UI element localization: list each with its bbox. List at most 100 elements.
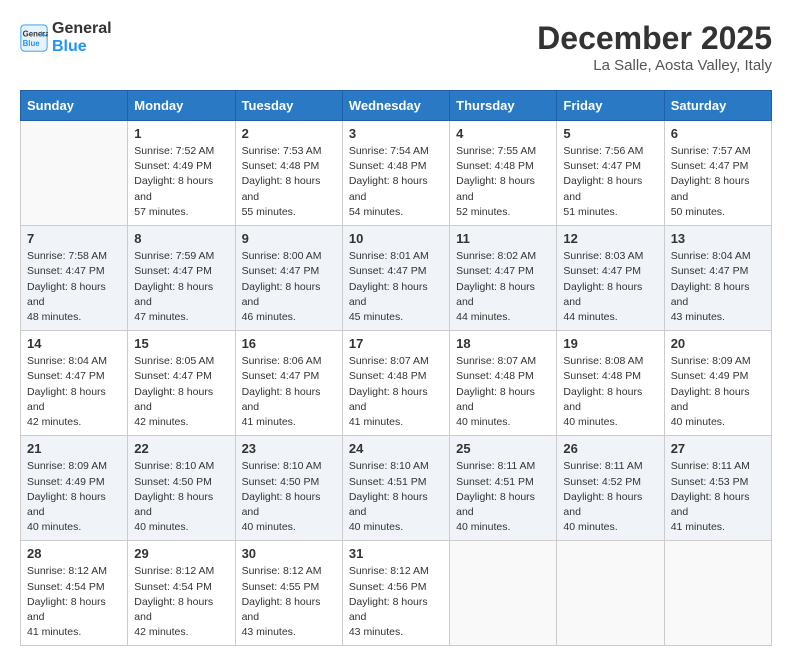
day-number: 13 [671,231,765,246]
cell-info: Sunrise: 8:12 AMSunset: 4:54 PMDaylight:… [27,564,121,640]
calendar-week-row: 28 Sunrise: 8:12 AMSunset: 4:54 PMDayligh… [21,541,772,646]
logo-icon: General Blue [20,24,48,52]
weekday-header-friday: Friday [557,91,664,121]
day-number: 21 [27,441,121,456]
calendar-cell: 5Sunrise: 7:56 AMSunset: 4:47 PMDaylight… [557,121,664,226]
cell-info: Sunrise: 8:12 AMSunset: 4:56 PMDaylight:… [349,564,443,640]
calendar-week-row: 7 Sunrise: 7:58 AMSunset: 4:47 PMDaylight… [21,226,772,331]
weekday-header-sunday: Sunday [21,91,128,121]
calendar-cell: 13 Sunrise: 8:04 AMSunset: 4:47 PMDayligh… [664,226,771,331]
day-number: 19 [563,336,657,351]
day-number: 4 [456,126,550,141]
day-number: 5 [563,126,657,141]
day-number: 7 [27,231,121,246]
day-number: 27 [671,441,765,456]
calendar-cell [450,541,557,646]
day-number: 12 [563,231,657,246]
calendar-cell: 19 Sunrise: 8:08 AMSunset: 4:48 PMDayligh… [557,331,664,436]
calendar-cell: 15Sunrise: 8:05 AMSunset: 4:47 PMDayligh… [128,331,235,436]
calendar-cell: 1 Sunrise: 7:52 AMSunset: 4:49 PMDaylight… [128,121,235,226]
weekday-header-tuesday: Tuesday [235,91,342,121]
calendar-cell: 18Sunrise: 8:07 AMSunset: 4:48 PMDayligh… [450,331,557,436]
day-number: 22 [134,441,228,456]
weekday-header-thursday: Thursday [450,91,557,121]
cell-info: Sunrise: 8:11 AMSunset: 4:52 PMDaylight:… [563,459,657,535]
day-number: 1 [134,126,228,141]
calendar-cell: 10Sunrise: 8:01 AMSunset: 4:47 PMDayligh… [342,226,449,331]
day-number: 11 [456,231,550,246]
day-number: 29 [134,546,228,561]
day-number: 3 [349,126,443,141]
calendar-cell: 23 Sunrise: 8:10 AMSunset: 4:50 PMDayligh… [235,436,342,541]
calendar-cell: 16 Sunrise: 8:06 AMSunset: 4:47 PMDayligh… [235,331,342,436]
calendar-cell: 22 Sunrise: 8:10 AMSunset: 4:50 PMDayligh… [128,436,235,541]
logo: General Blue General Blue [20,20,112,57]
cell-info: Sunrise: 8:12 AMSunset: 4:54 PMDaylight:… [134,564,228,640]
cell-info: Sunrise: 8:12 AMSunset: 4:55 PMDaylight:… [242,564,336,640]
day-number: 14 [27,336,121,351]
calendar-cell: 24 Sunrise: 8:10 AMSunset: 4:51 PMDayligh… [342,436,449,541]
cell-info: Sunrise: 8:04 AMSunset: 4:47 PMDaylight:… [671,249,765,325]
weekday-header-wednesday: Wednesday [342,91,449,121]
day-number: 30 [242,546,336,561]
calendar-cell: 8Sunrise: 7:59 AMSunset: 4:47 PMDaylight… [128,226,235,331]
cell-info: Sunrise: 8:03 AMSunset: 4:47 PMDaylight:… [563,249,657,325]
day-number: 9 [242,231,336,246]
calendar-cell [664,541,771,646]
logo-line2: Blue [52,38,112,56]
calendar-cell: 30 Sunrise: 8:12 AMSunset: 4:55 PMDayligh… [235,541,342,646]
calendar-cell [557,541,664,646]
calendar-cell: 4 Sunrise: 7:55 AMSunset: 4:48 PMDaylight… [450,121,557,226]
cell-info: Sunrise: 8:11 AMSunset: 4:51 PMDaylight:… [456,459,550,535]
calendar-cell: 6Sunrise: 7:57 AMSunset: 4:47 PMDaylight… [664,121,771,226]
calendar-cell: 2Sunrise: 7:53 AMSunset: 4:48 PMDaylight… [235,121,342,226]
day-number: 17 [349,336,443,351]
calendar-cell: 28 Sunrise: 8:12 AMSunset: 4:54 PMDayligh… [21,541,128,646]
cell-info: Sunrise: 8:02 AMSunset: 4:47 PMDaylight:… [456,249,550,325]
day-number: 28 [27,546,121,561]
month-title: December 2025 [537,20,772,57]
cell-info: Sunrise: 8:08 AMSunset: 4:48 PMDaylight:… [563,354,657,430]
day-number: 20 [671,336,765,351]
cell-info: Sunrise: 8:04 AMSunset: 4:47 PMDaylight:… [27,354,121,430]
day-number: 8 [134,231,228,246]
calendar-cell: 21 Sunrise: 8:09 AMSunset: 4:49 PMDayligh… [21,436,128,541]
calendar-cell: 26Sunrise: 8:11 AMSunset: 4:52 PMDayligh… [557,436,664,541]
cell-info: Sunrise: 8:11 AMSunset: 4:53 PMDaylight:… [671,459,765,535]
svg-text:Blue: Blue [23,39,41,48]
cell-info: Sunrise: 8:09 AMSunset: 4:49 PMDaylight:… [27,459,121,535]
location: La Salle, Aosta Valley, Italy [537,57,772,74]
cell-info: Sunrise: 8:10 AMSunset: 4:50 PMDaylight:… [242,459,336,535]
weekday-header-monday: Monday [128,91,235,121]
calendar-week-row: 14 Sunrise: 8:04 AMSunset: 4:47 PMDayligh… [21,331,772,436]
calendar-cell: 7 Sunrise: 7:58 AMSunset: 4:47 PMDaylight… [21,226,128,331]
calendar-table: SundayMondayTuesdayWednesdayThursdayFrid… [20,90,772,646]
cell-info: Sunrise: 7:52 AMSunset: 4:49 PMDaylight:… [134,144,228,220]
cell-info: Sunrise: 8:06 AMSunset: 4:47 PMDaylight:… [242,354,336,430]
calendar-cell: 9Sunrise: 8:00 AMSunset: 4:47 PMDaylight… [235,226,342,331]
cell-info: Sunrise: 7:57 AMSunset: 4:47 PMDaylight:… [671,144,765,220]
cell-info: Sunrise: 8:09 AMSunset: 4:49 PMDaylight:… [671,354,765,430]
cell-info: Sunrise: 8:10 AMSunset: 4:51 PMDaylight:… [349,459,443,535]
calendar-cell: 3 Sunrise: 7:54 AMSunset: 4:48 PMDaylight… [342,121,449,226]
day-number: 25 [456,441,550,456]
calendar-cell: 14 Sunrise: 8:04 AMSunset: 4:47 PMDayligh… [21,331,128,436]
cell-info: Sunrise: 8:07 AMSunset: 4:48 PMDaylight:… [349,354,443,430]
day-number: 31 [349,546,443,561]
day-number: 23 [242,441,336,456]
cell-info: Sunrise: 8:10 AMSunset: 4:50 PMDaylight:… [134,459,228,535]
cell-info: Sunrise: 7:53 AMSunset: 4:48 PMDaylight:… [242,144,336,220]
cell-info: Sunrise: 7:55 AMSunset: 4:48 PMDaylight:… [456,144,550,220]
calendar-cell: 31 Sunrise: 8:12 AMSunset: 4:56 PMDayligh… [342,541,449,646]
cell-info: Sunrise: 8:07 AMSunset: 4:48 PMDaylight:… [456,354,550,430]
cell-info: Sunrise: 7:58 AMSunset: 4:47 PMDaylight:… [27,249,121,325]
day-number: 24 [349,441,443,456]
logo-line1: General [52,20,112,38]
day-number: 16 [242,336,336,351]
day-number: 10 [349,231,443,246]
cell-info: Sunrise: 7:54 AMSunset: 4:48 PMDaylight:… [349,144,443,220]
title-block: December 2025 La Salle, Aosta Valley, It… [537,20,772,74]
weekday-header-row: SundayMondayTuesdayWednesdayThursdayFrid… [21,91,772,121]
weekday-header-saturday: Saturday [664,91,771,121]
calendar-cell: 20 Sunrise: 8:09 AMSunset: 4:49 PMDayligh… [664,331,771,436]
